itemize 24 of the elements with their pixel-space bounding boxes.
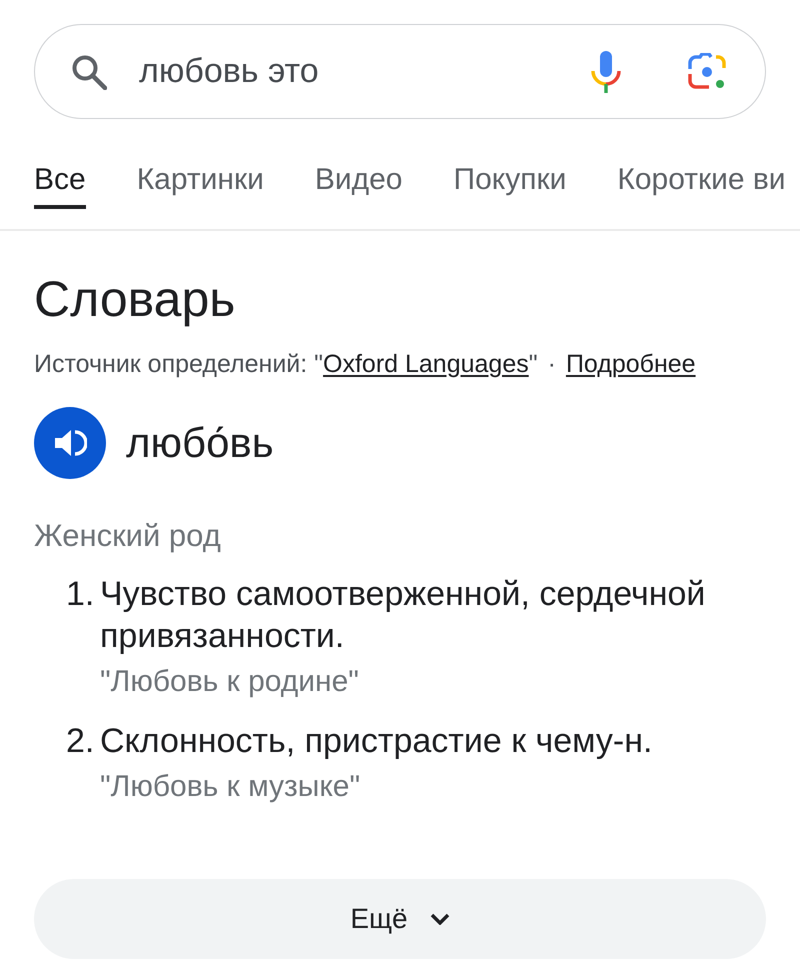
tab[interactable]: Все: [34, 161, 86, 209]
tab[interactable]: Короткие ви: [617, 161, 786, 209]
definition-number: 1.: [66, 574, 96, 615]
usage-example: "Любовь к музыке": [100, 769, 362, 805]
tab[interactable]: Видео: [314, 161, 402, 209]
part-of-speech: Женский род: [34, 517, 222, 555]
more-info-link[interactable]: Подробнее: [566, 350, 696, 378]
microphone-icon[interactable]: [591, 50, 621, 92]
headword: любо́вь: [126, 419, 274, 467]
more-button[interactable]: Ещё: [34, 879, 766, 959]
definition-text: Склонность, пристрастие к чему-н.: [100, 721, 652, 762]
camera-icon[interactable]: [687, 52, 727, 90]
search-field[interactable]: любовь это: [139, 50, 591, 94]
source-line: Источник определений: "Oxford Languages" · Подробнее: [34, 349, 697, 380]
usage-example: "Любовь к родине": [100, 664, 360, 700]
section-title: Словарь: [34, 270, 236, 328]
chevron-down-icon: [430, 913, 450, 925]
source-link[interactable]: Oxford Languages: [323, 350, 529, 378]
definition-number: 2.: [66, 721, 96, 762]
search-icon[interactable]: [71, 54, 107, 90]
tab[interactable]: Картинки: [136, 161, 264, 209]
definition-text: Чувство самоотверженной, сердечной привязанности.: [100, 574, 706, 657]
tab[interactable]: Покупки: [454, 161, 566, 209]
search-bar[interactable]: любовь это: [34, 24, 766, 119]
